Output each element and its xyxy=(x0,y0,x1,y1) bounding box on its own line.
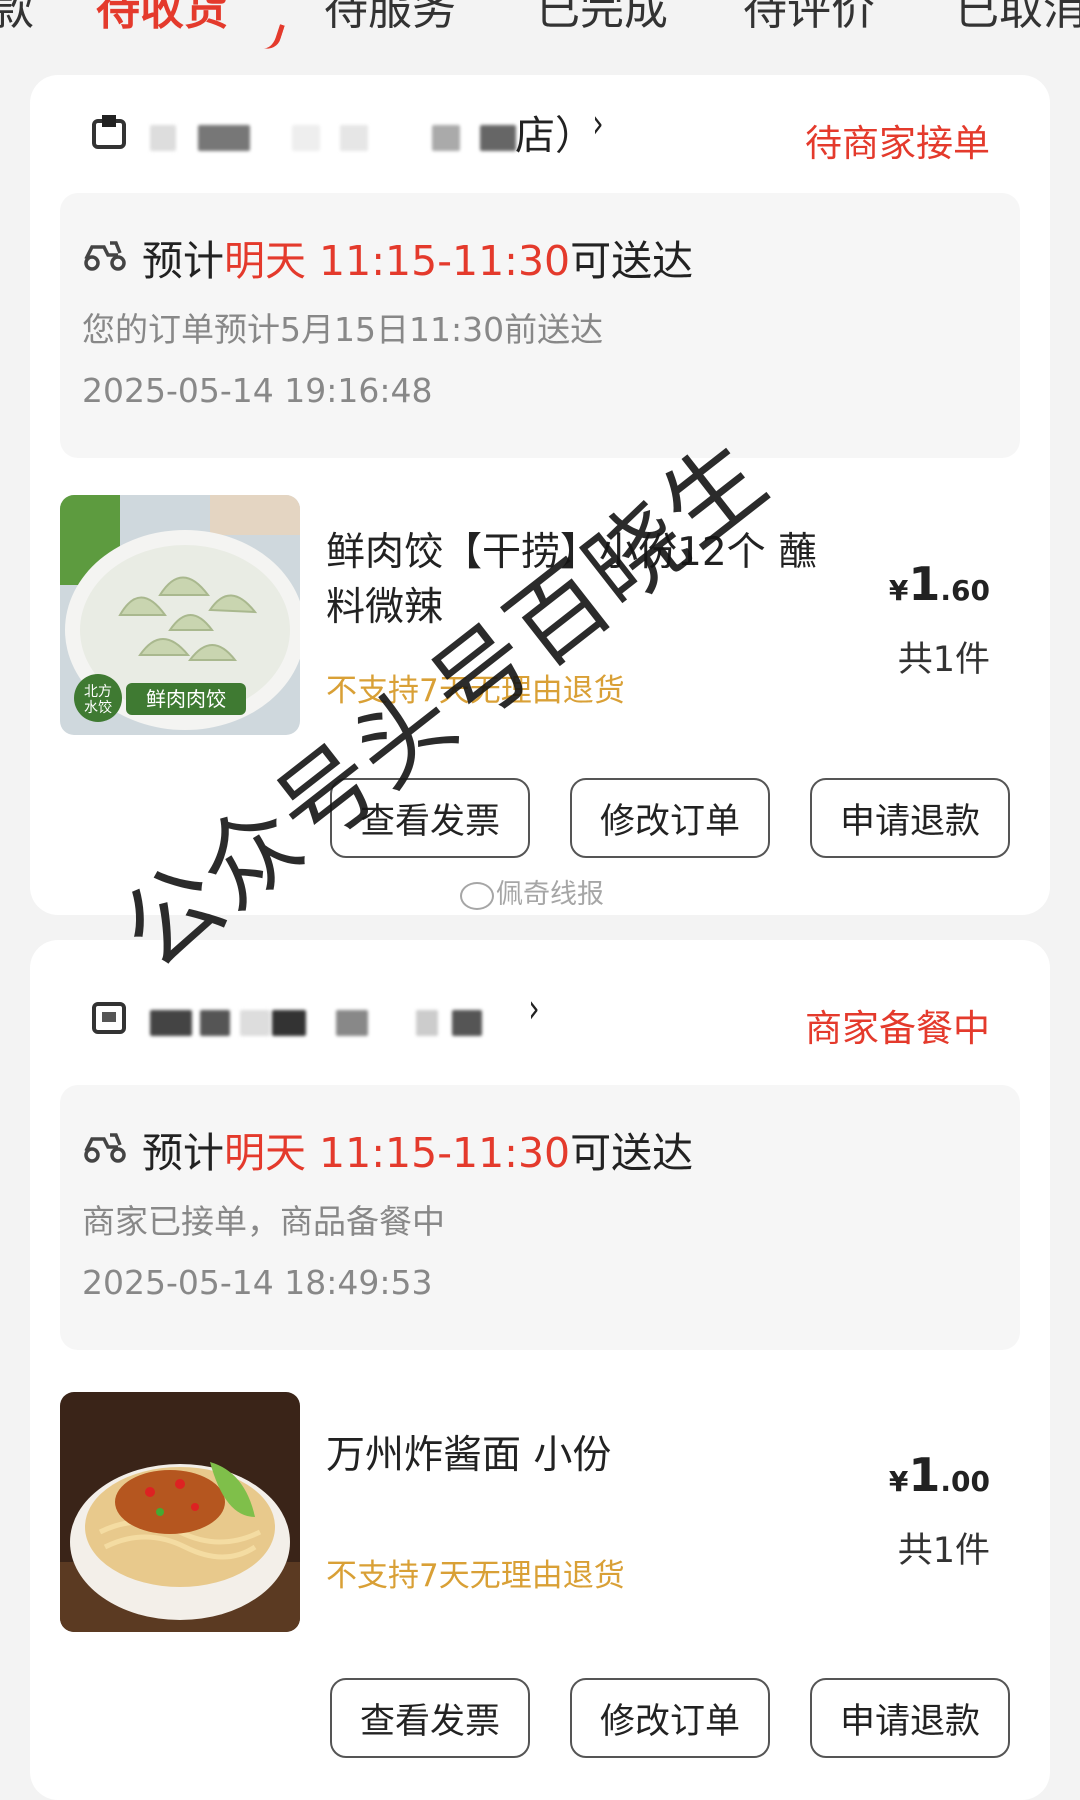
product-name[interactable]: 万州炸酱面 小份 xyxy=(326,1428,836,1483)
delivery-info: 预计明天 11:15-11:30可送达 您的订单预计5月15日11:30前送达 … xyxy=(60,193,1020,458)
store-row[interactable]: 店） › 待商家接单 xyxy=(60,95,1035,171)
return-policy: 不支持7天无理由退货 xyxy=(326,1558,625,1594)
tab-refund[interactable]: 款 xyxy=(0,0,34,32)
store-name-redacted xyxy=(292,125,320,151)
store-name-tail: 店） xyxy=(515,113,595,159)
tab-to-review[interactable]: 待评价 xyxy=(743,0,875,32)
modify-order-button[interactable]: 修改订单 xyxy=(570,778,770,858)
product-quantity: 共1件 xyxy=(897,1531,990,1571)
tab-to-serve[interactable]: 待服务 xyxy=(324,0,456,32)
store-name-redacted xyxy=(480,125,516,151)
product-quantity: 共1件 xyxy=(897,640,990,680)
request-refund-button[interactable]: 申请退款 xyxy=(810,778,1010,858)
tab-cancelled[interactable]: 已取消 xyxy=(955,0,1080,32)
svg-text:水饺: 水饺 xyxy=(84,700,112,716)
scooter-icon xyxy=(82,1125,128,1165)
product-image[interactable] xyxy=(60,1392,300,1632)
store-name-redacted xyxy=(200,1010,230,1036)
order-card: › 商家备餐中 预计明天 11:15-11:30可送达 商家已接单，商品备餐中 … xyxy=(30,940,1050,1800)
order-time: 2025-05-14 18:49:53 xyxy=(82,1263,433,1302)
chevron-right-icon: › xyxy=(592,101,604,147)
tab-to-receive[interactable]: 待收货 xyxy=(96,0,228,32)
delivery-note: 商家已接单，商品备餐中 xyxy=(82,1202,445,1241)
product-price: ¥1.00 xyxy=(888,1448,990,1502)
order-status: 待商家接单 xyxy=(805,122,990,165)
store-name-redacted xyxy=(198,125,250,151)
product-image[interactable]: 北方 水饺 鲜肉肉饺 xyxy=(60,495,300,735)
chevron-right-icon: › xyxy=(528,986,540,1032)
product-price: ¥1.60 xyxy=(888,557,990,611)
delivery-note: 您的订单预计5月15日11:30前送达 xyxy=(82,310,604,349)
weibo-watermark: 佩奇线报 xyxy=(460,872,604,911)
order-time: 2025-05-14 19:16:48 xyxy=(82,371,433,410)
store-name-redacted xyxy=(150,1010,192,1036)
delivery-eta: 预计明天 11:15-11:30可送达 xyxy=(142,237,694,285)
request-refund-button[interactable]: 申请退款 xyxy=(810,1678,1010,1758)
weibo-logo-icon xyxy=(460,881,494,910)
store-name-redacted xyxy=(336,1010,368,1036)
view-invoice-button[interactable]: 查看发票 xyxy=(330,1678,530,1758)
order-card: 店） › 待商家接单 预计明天 11:15-11:30可送达 您的订单预计5月1… xyxy=(30,75,1050,915)
store-name-redacted xyxy=(432,125,460,151)
tab-active-indicator xyxy=(258,19,285,53)
svg-text:北方: 北方 xyxy=(84,684,112,700)
order-tabs: 款 待收货 待服务 已完成 待评价 已取消 xyxy=(0,0,1080,62)
store-name-redacted xyxy=(340,125,368,151)
store-name-redacted xyxy=(416,1010,438,1036)
store-row[interactable]: › 商家备餐中 xyxy=(60,980,1035,1056)
delivery-info: 预计明天 11:15-11:30可送达 商家已接单，商品备餐中 2025-05-… xyxy=(60,1085,1020,1350)
store-name-redacted xyxy=(240,1010,270,1036)
store-name-redacted xyxy=(272,1010,306,1036)
store-icon xyxy=(90,113,130,153)
store-name-redacted xyxy=(452,1010,482,1036)
tab-completed[interactable]: 已完成 xyxy=(536,0,668,32)
store-icon xyxy=(90,998,130,1038)
store-name-redacted xyxy=(150,125,176,151)
delivery-eta: 预计明天 11:15-11:30可送达 xyxy=(142,1129,694,1177)
order-status: 商家备餐中 xyxy=(805,1007,990,1050)
modify-order-button[interactable]: 修改订单 xyxy=(570,1678,770,1758)
svg-text:鲜肉肉饺: 鲜肉肉饺 xyxy=(146,687,226,711)
scooter-icon xyxy=(82,233,128,273)
